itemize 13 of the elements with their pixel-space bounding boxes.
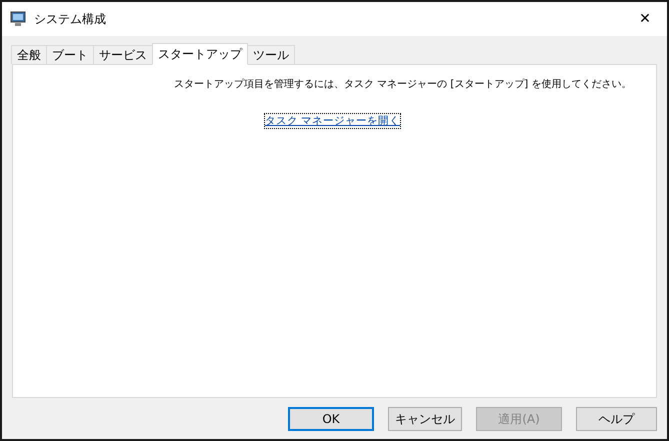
ok-button[interactable]: OK: [288, 407, 374, 431]
info-text: スタートアップ項目を管理するには、タスク マネージャーの [スタートアップ] を使用してください。: [174, 78, 632, 92]
close-button[interactable]: ✕: [623, 2, 667, 36]
tab[interactable]: ブート: [46, 45, 94, 64]
help-button[interactable]: ヘルプ: [576, 407, 657, 431]
task-manager-link[interactable]: タスク マネージャーを開く: [264, 114, 400, 128]
cancel-button[interactable]: キャンセル: [388, 407, 462, 431]
tab[interactable]: サービス: [93, 45, 153, 64]
tab[interactable]: 全般: [11, 45, 47, 64]
window-title: システム構成: [34, 10, 106, 28]
tab[interactable]: ツール: [247, 45, 295, 64]
computer-icon: [10, 11, 26, 27]
tab[interactable]: スタートアップ: [152, 43, 248, 65]
